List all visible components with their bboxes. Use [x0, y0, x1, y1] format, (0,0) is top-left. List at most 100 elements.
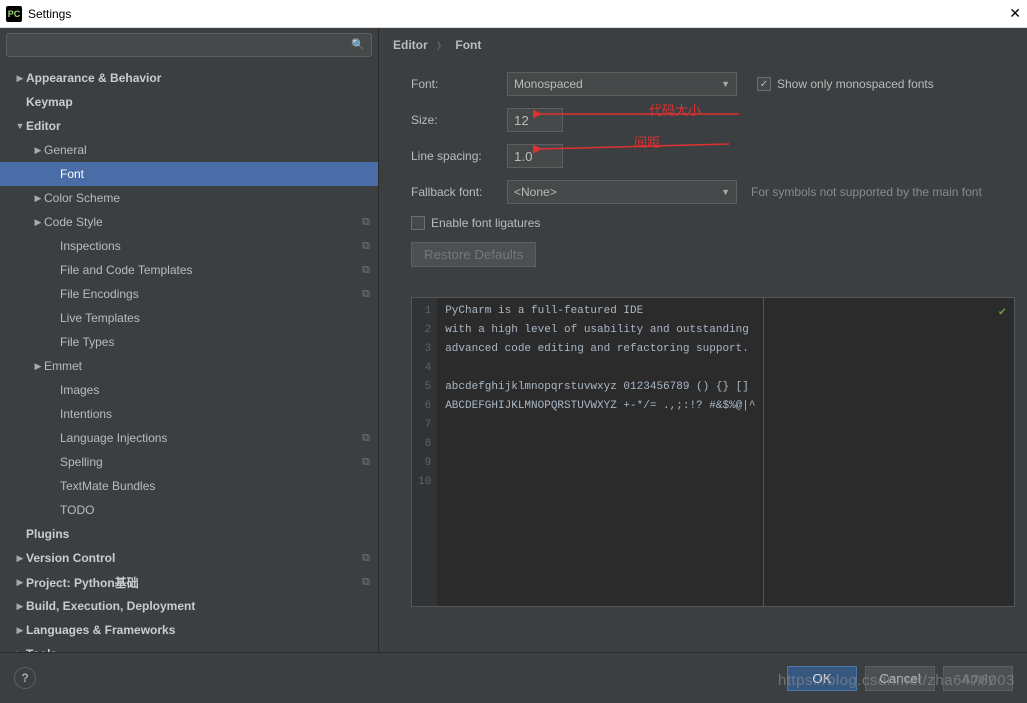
cancel-button[interactable]: Cancel — [865, 666, 935, 691]
scope-icon: ⧉ — [362, 264, 370, 277]
tree-item-label: Editor — [26, 119, 370, 133]
fallback-value: <None> — [514, 185, 557, 199]
tree-item-label: Language Injections — [60, 431, 362, 445]
tree-item-label: File Types — [60, 335, 370, 349]
chevron-down-icon: ▼ — [721, 187, 730, 197]
restore-defaults-button[interactable]: Restore Defaults — [411, 242, 536, 267]
tree-item[interactable]: File Types — [0, 330, 378, 354]
breadcrumb: Editor 〉 Font — [379, 28, 1027, 62]
tree-item[interactable]: ▶Languages & Frameworks — [0, 618, 378, 642]
scope-icon: ⧉ — [362, 240, 370, 253]
chevron-down-icon: ▼ — [721, 79, 730, 89]
tree-item[interactable]: Keymap — [0, 90, 378, 114]
tree-item-label: Project: Python基础 — [26, 574, 362, 591]
tree-item[interactable]: ▶Appearance & Behavior — [0, 66, 378, 90]
tree-item[interactable]: Language Injections⧉ — [0, 426, 378, 450]
fallback-hint: For symbols not supported by the main fo… — [751, 185, 982, 199]
tree-item-label: Images — [60, 383, 370, 397]
scope-icon: ⧉ — [362, 216, 370, 229]
search-input[interactable] — [6, 33, 372, 57]
tree-item-label: Spelling — [60, 455, 362, 469]
breadcrumb-root[interactable]: Editor — [393, 38, 428, 52]
size-input[interactable] — [507, 108, 563, 132]
tree-item[interactable]: ▶Code Style⧉ — [0, 210, 378, 234]
breadcrumb-current: Font — [455, 38, 481, 52]
apply-button[interactable]: Apply — [943, 666, 1013, 691]
expand-arrow-icon: ▶ — [32, 361, 44, 372]
expand-arrow-icon: ▶ — [14, 553, 26, 564]
fallback-select[interactable]: <None> ▼ — [507, 180, 737, 204]
expand-arrow-icon: ▶ — [14, 625, 26, 636]
tree-item-label: Emmet — [44, 359, 370, 373]
settings-tree[interactable]: ▶Appearance & BehaviorKeymap▼Editor▶Gene… — [0, 62, 378, 652]
tree-item-label: File and Code Templates — [60, 263, 362, 277]
scope-icon: ⧉ — [362, 456, 370, 469]
tree-item[interactable]: File and Code Templates⧉ — [0, 258, 378, 282]
spacing-label: Line spacing: — [411, 149, 507, 163]
expand-arrow-icon: ▶ — [14, 601, 26, 612]
font-label: Font: — [411, 77, 507, 91]
tree-item[interactable]: ▶Color Scheme — [0, 186, 378, 210]
tree-item-label: Font — [60, 167, 370, 181]
ligatures-checkbox[interactable] — [411, 216, 425, 230]
check-icon: ✔ — [999, 304, 1006, 319]
tree-item-label: Tools — [26, 647, 370, 652]
footer: ? OK Cancel Apply — [0, 652, 1027, 703]
search-icon: 🔍 — [351, 38, 365, 51]
tree-item[interactable]: ▶Build, Execution, Deployment — [0, 594, 378, 618]
tree-item-label: Inspections — [60, 239, 362, 253]
preview-code: PyCharm is a full-featured IDE with a hi… — [437, 298, 763, 606]
expand-arrow-icon: ▶ — [32, 145, 44, 156]
tree-item[interactable]: Font — [0, 162, 378, 186]
tree-item-label: Live Templates — [60, 311, 370, 325]
tree-item[interactable]: Live Templates — [0, 306, 378, 330]
expand-arrow-icon: ▶ — [14, 577, 26, 588]
tree-item-label: Version Control — [26, 551, 362, 565]
tree-item-label: General — [44, 143, 370, 157]
tree-item[interactable]: TODO — [0, 498, 378, 522]
close-icon[interactable]: ✕ — [1009, 5, 1021, 22]
ok-button[interactable]: OK — [787, 666, 857, 691]
tree-item[interactable]: Intentions — [0, 402, 378, 426]
tree-item-label: Plugins — [26, 527, 370, 541]
font-select[interactable]: Monospaced ▼ — [507, 72, 737, 96]
fallback-label: Fallback font: — [411, 185, 507, 199]
help-button[interactable]: ? — [14, 667, 36, 689]
font-value: Monospaced — [514, 77, 583, 91]
tree-item[interactable]: ▼Editor — [0, 114, 378, 138]
size-label: Size: — [411, 113, 507, 127]
mono-checkbox[interactable] — [757, 77, 771, 91]
expand-arrow-icon: ▶ — [32, 217, 44, 228]
tree-item[interactable]: ▶Emmet — [0, 354, 378, 378]
scope-icon: ⧉ — [362, 552, 370, 565]
tree-item-label: TextMate Bundles — [60, 479, 370, 493]
tree-item[interactable]: File Encodings⧉ — [0, 282, 378, 306]
window-title: Settings — [28, 7, 71, 21]
tree-item[interactable]: ▶Version Control⧉ — [0, 546, 378, 570]
tree-item-label: Color Scheme — [44, 191, 370, 205]
tree-item[interactable]: TextMate Bundles — [0, 474, 378, 498]
scope-icon: ⧉ — [362, 576, 370, 589]
tree-item[interactable]: ▶Tools — [0, 642, 378, 652]
tree-item-label: File Encodings — [60, 287, 362, 301]
expand-arrow-icon: ▶ — [32, 193, 44, 204]
tree-item[interactable]: Images — [0, 378, 378, 402]
tree-item[interactable]: ▶Project: Python基础⧉ — [0, 570, 378, 594]
tree-item-label: Build, Execution, Deployment — [26, 599, 370, 613]
margin-guide — [763, 298, 764, 606]
chevron-right-icon: 〉 — [437, 41, 446, 51]
tree-item[interactable]: ▶General — [0, 138, 378, 162]
tree-item-label: TODO — [60, 503, 370, 517]
font-preview: 12345678910 PyCharm is a full-featured I… — [411, 297, 1015, 607]
app-icon: PC — [6, 6, 22, 22]
tree-item[interactable]: Spelling⧉ — [0, 450, 378, 474]
tree-item-label: Appearance & Behavior — [26, 71, 370, 85]
content-panel: Editor 〉 Font Font: Monospaced ▼ Show on… — [379, 28, 1027, 652]
spacing-input[interactable] — [507, 144, 563, 168]
tree-item[interactable]: Plugins — [0, 522, 378, 546]
gutter: 12345678910 — [412, 298, 437, 606]
tree-item-label: Languages & Frameworks — [26, 623, 370, 637]
tree-item[interactable]: Inspections⧉ — [0, 234, 378, 258]
titlebar: PC Settings ✕ — [0, 0, 1027, 28]
expand-arrow-icon: ▶ — [14, 73, 26, 84]
